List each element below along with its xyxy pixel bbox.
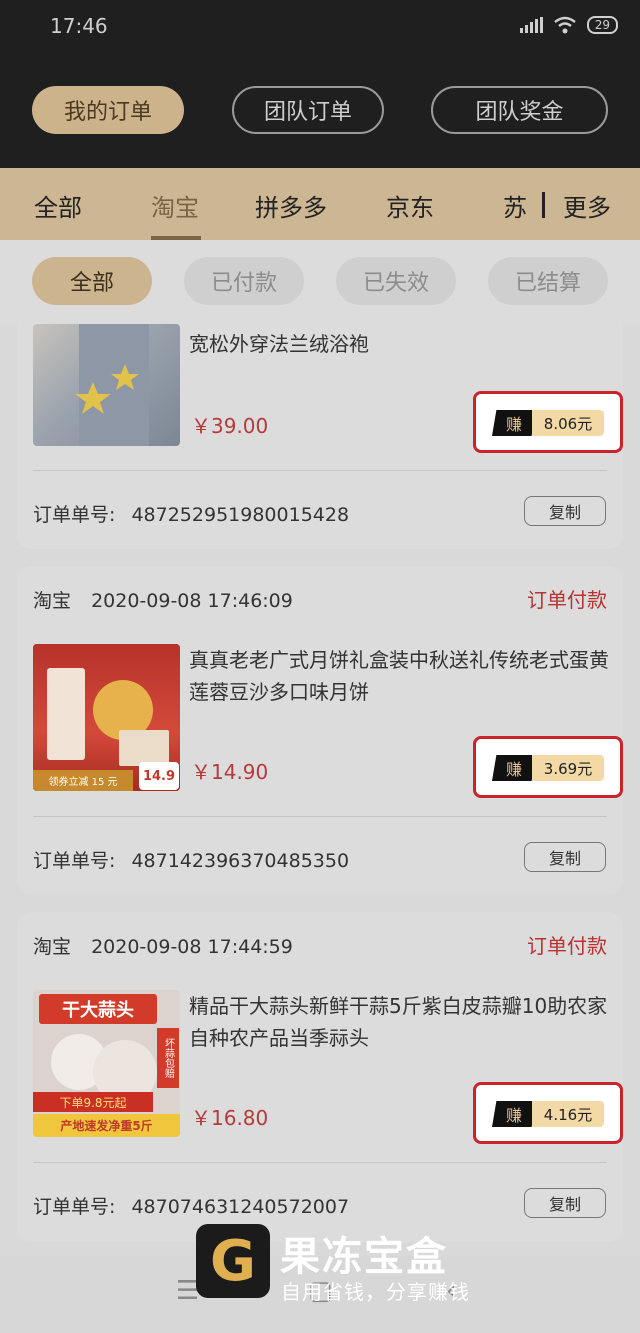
segment-my-orders[interactable]: 我的订单 — [32, 86, 184, 134]
order-number-label: 订单单号: — [33, 1196, 116, 1218]
tab-more[interactable]: 更多 — [563, 188, 611, 223]
status-filters: 全部 已付款 已失效 已结算 — [0, 240, 640, 324]
earn-label: 赚 — [492, 1101, 536, 1127]
segment-team-orders[interactable]: 团队订单 — [232, 86, 384, 134]
order-source: 淘宝 2020-09-08 17:46:09 — [33, 586, 293, 613]
order-number-label: 订单单号: — [33, 504, 116, 526]
order-number-label: 订单单号: — [33, 850, 116, 872]
divider — [33, 470, 607, 471]
battery-indicator: 29 — [586, 16, 618, 34]
order-source: 淘宝 2020-09-08 17:44:59 — [33, 932, 293, 959]
product-price: ￥14.90 — [191, 760, 269, 784]
product-image-shipping: 产地速发净重5斤 — [33, 1114, 180, 1137]
filter-invalid[interactable]: 已失效 — [336, 257, 456, 305]
product-price: ￥39.00 — [191, 414, 269, 438]
order-time: 2020-09-08 17:44:59 — [91, 936, 293, 958]
order-number-value: 487074631240572007 — [131, 1196, 350, 1218]
copy-button[interactable]: 复制 — [524, 1188, 606, 1218]
product-image-promo: 领券立减 15 元 — [33, 770, 133, 791]
order-card[interactable]: 淘宝 2020-09-08 17:46:09 订单付款 领券立减 15 元 14… — [17, 566, 623, 894]
order-number-value: 487142396370485350 — [131, 850, 350, 872]
filter-all[interactable]: 全部 — [32, 257, 152, 305]
tab-suning[interactable]: 苏 — [503, 188, 527, 223]
platform-tabs: 全部 淘宝 拼多多 京东 苏 更多 — [0, 168, 640, 240]
order-card[interactable]: 淘宝 2020-09-08 17:44:59 订单付款 干大蒜头 坏蒜包赔 下单… — [17, 912, 623, 1242]
watermark-title: 果冻宝盒 — [280, 1234, 448, 1280]
wifi-icon — [553, 16, 576, 34]
commission-badge: 赚 8.06元 — [473, 391, 623, 453]
product-image: 领券立减 15 元 14.9 — [33, 644, 180, 791]
filter-paid[interactable]: 已付款 — [184, 257, 304, 305]
tab-all[interactable]: 全部 — [34, 188, 82, 223]
signal-icon — [519, 17, 543, 33]
segment-team-bonus[interactable]: 团队奖金 — [431, 86, 608, 134]
filter-settled[interactable]: 已结算 — [488, 257, 608, 305]
order-card[interactable]: 宽松外穿法兰绒浴袍 ￥39.00 赚 8.06元 订单单号: 487252951… — [17, 324, 623, 549]
earn-label: 赚 — [492, 410, 536, 436]
product-image-banner: 干大蒜头 — [39, 994, 157, 1024]
tab-taobao[interactable]: 淘宝 — [151, 188, 199, 223]
order-number: 订单单号: 487252951980015428 — [33, 500, 349, 527]
order-platform: 淘宝 — [33, 936, 72, 958]
earn-label: 赚 — [492, 755, 536, 781]
tab-divider — [542, 192, 545, 218]
order-number-value: 487252951980015428 — [131, 504, 350, 526]
product-image-price: 14.9 — [139, 762, 179, 790]
product-image: 干大蒜头 坏蒜包赔 下单9.8元起 产地速发净重5斤 — [33, 990, 180, 1137]
tab-jingdong[interactable]: 京东 — [386, 188, 434, 223]
product-title: 宽松外穿法兰绒浴袍 — [189, 332, 369, 356]
order-platform: 淘宝 — [33, 590, 72, 612]
divider — [33, 1162, 607, 1163]
watermark-logo: G — [196, 1224, 270, 1298]
commission-badge: 赚 3.69元 — [473, 736, 623, 798]
status-time: 17:46 — [50, 14, 108, 38]
product-title: 精品干大蒜头新鲜干蒜5斤紫白皮蒜瓣10助农家自种农产品当季祘头 — [189, 994, 608, 1050]
product-image — [33, 324, 180, 446]
commission-badge: 赚 4.16元 — [473, 1082, 623, 1144]
tab-pinduoduo[interactable]: 拼多多 — [255, 188, 327, 223]
earn-amount: 4.16元 — [532, 1101, 604, 1127]
top-header: 17:46 29 我的订单 团队订单 团队奖金 — [0, 0, 640, 168]
copy-button[interactable]: 复制 — [524, 842, 606, 872]
order-time: 2020-09-08 17:46:09 — [91, 590, 293, 612]
order-status: 订单付款 — [527, 588, 607, 612]
watermark-logo-letter: G — [210, 1228, 256, 1294]
product-price: ￥16.80 — [191, 1106, 269, 1130]
order-number: 订单单号: 487074631240572007 — [33, 1192, 349, 1219]
earn-amount: 3.69元 — [532, 755, 604, 781]
product-image-badge: 坏蒜包赔 — [157, 1028, 179, 1088]
order-status: 订单付款 — [527, 934, 607, 958]
divider — [33, 816, 607, 817]
earn-amount: 8.06元 — [532, 410, 604, 436]
product-title: 真真老老广式月饼礼盒装中秋送礼传统老式蛋黄莲蓉豆沙多口味月饼 — [189, 648, 609, 704]
watermark-subtitle: 自用省钱，分享赚钱 — [281, 1280, 470, 1304]
status-icons: 29 — [519, 16, 618, 34]
order-number: 订单单号: 487142396370485350 — [33, 846, 349, 873]
copy-button[interactable]: 复制 — [524, 496, 606, 526]
product-image-promo: 下单9.8元起 — [33, 1092, 153, 1112]
